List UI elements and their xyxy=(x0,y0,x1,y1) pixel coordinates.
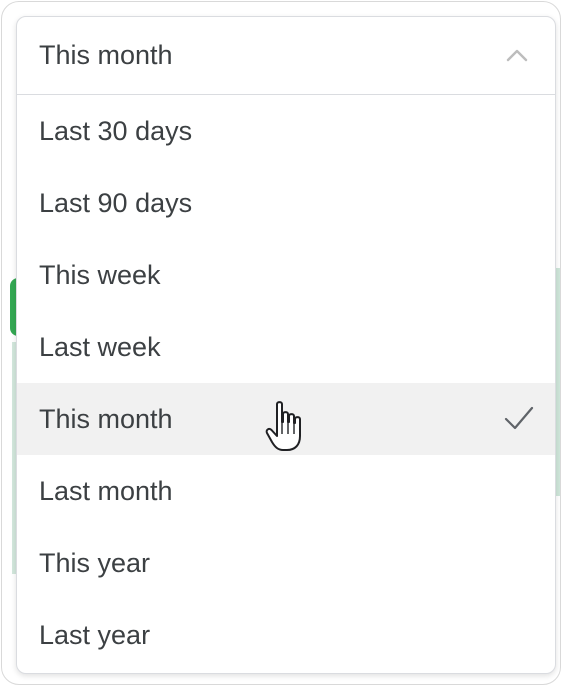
option-this-month[interactable]: This month xyxy=(17,383,555,455)
option-label: Last 90 days xyxy=(39,187,193,218)
option-last-90-days[interactable]: Last 90 days xyxy=(17,167,555,239)
option-label: Last year xyxy=(39,619,151,650)
option-label: This year xyxy=(39,547,151,578)
option-last-week[interactable]: Last week xyxy=(17,311,555,383)
date-range-select[interactable]: This month xyxy=(17,17,555,95)
option-this-year[interactable]: This year xyxy=(17,527,555,599)
option-label: This week xyxy=(39,259,161,290)
option-label: Last 30 days xyxy=(39,115,193,146)
option-last-30-days[interactable]: Last 30 days xyxy=(17,95,555,167)
option-this-week[interactable]: This week xyxy=(17,239,555,311)
option-label: This month xyxy=(39,403,173,434)
selected-value: This month xyxy=(39,40,173,70)
option-label: Last month xyxy=(39,475,173,506)
option-label: Last week xyxy=(39,331,161,362)
options-list: Last 30 days Last 90 days This week Last… xyxy=(17,95,555,671)
screenshot-frame: This month Last 30 days Last 90 days Thi… xyxy=(1,1,561,685)
chevron-up-icon[interactable] xyxy=(505,45,529,65)
option-last-year[interactable]: Last year xyxy=(17,599,555,671)
checkmark-icon xyxy=(504,406,534,430)
date-range-dropdown[interactable]: This month Last 30 days Last 90 days Thi… xyxy=(16,16,556,674)
option-last-month[interactable]: Last month xyxy=(17,455,555,527)
